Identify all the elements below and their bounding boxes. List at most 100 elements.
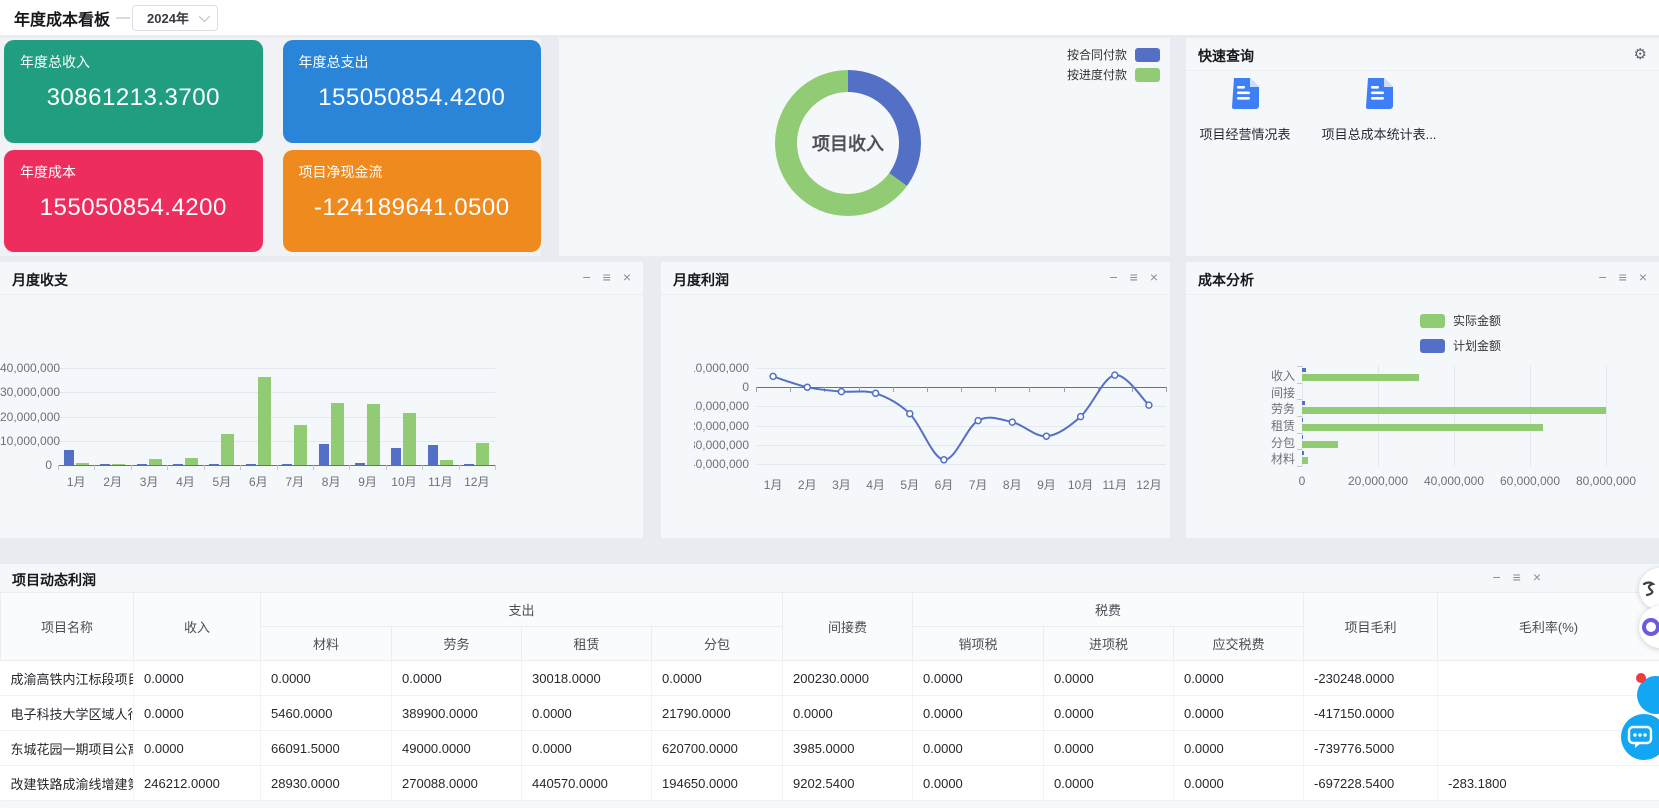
legend-label: 按进度付款 <box>1067 66 1127 83</box>
bar-actual-分包 <box>1302 441 1338 448</box>
legend-item-plan[interactable]: 计划金额 <box>1420 337 1501 354</box>
close-icon[interactable]: × <box>1533 568 1541 586</box>
kpi-value: 30861213.3700 <box>20 72 247 131</box>
table-row-1[interactable]: 成渝高铁内江标段项目0.00000.00000.000030018.00000.… <box>1 661 1659 696</box>
minimize-icon[interactable]: − <box>582 268 590 286</box>
table-cell: 5460.0000 <box>261 696 392 731</box>
minimize-icon[interactable]: − <box>1598 268 1606 286</box>
col-labor: 劳务 <box>392 627 522 661</box>
close-icon[interactable]: × <box>1639 268 1647 286</box>
quick-query-panel: 快速查询 ⚙ 项目经营情况表项目总成本统计表... <box>1186 38 1659 256</box>
quick-query-items: 项目经营情况表项目总成本统计表... <box>1186 78 1659 143</box>
table-cell: 0.0000 <box>522 696 652 731</box>
divider <box>1186 70 1659 71</box>
divider <box>1186 294 1659 295</box>
axis-tick <box>240 465 241 470</box>
menu-icon[interactable]: ≡ <box>603 268 611 286</box>
bar <box>185 458 198 465</box>
bar-group-5月 <box>204 368 240 465</box>
legend-item-actual[interactable]: 实际金额 <box>1420 312 1501 329</box>
table-cell: 0.0000 <box>652 661 783 696</box>
table-cell: 0.0000 <box>134 661 261 696</box>
table-cell: -230248.0000 <box>1304 661 1438 696</box>
menu-icon[interactable]: ≡ <box>1513 568 1521 586</box>
gear-icon[interactable]: ⚙ <box>1634 45 1647 63</box>
x-axis-label: 11月 <box>422 473 458 490</box>
bar <box>149 459 162 465</box>
table-cell: 改建铁路成渝线增建第 <box>1 766 134 801</box>
table-cell: 440570.0000 <box>522 766 652 801</box>
col-group-tax: 税费 <box>913 593 1304 627</box>
chevron-down-icon <box>199 10 210 21</box>
table-cell: 246212.0000 <box>134 766 261 801</box>
table-cell: -417150.0000 <box>1304 696 1438 731</box>
legend-label: 按合同付款 <box>1067 46 1127 63</box>
axis-tick <box>58 465 59 470</box>
axis-tick <box>204 465 205 470</box>
table-row-2[interactable]: 电子科技大学区域人行0.00005460.0000389900.00000.00… <box>1 696 1659 731</box>
x-axis-label: 10月 <box>1064 476 1098 493</box>
col-rent: 租赁 <box>522 627 652 661</box>
panel-controls: − ≡ × <box>582 268 631 286</box>
bar-group-2月 <box>94 368 130 465</box>
table-cell: 200230.0000 <box>783 661 913 696</box>
table-cell: 49000.0000 <box>392 731 522 766</box>
x-axis-label: 9月 <box>349 473 385 490</box>
category-label: 间接 <box>1238 384 1295 401</box>
bar <box>319 444 329 465</box>
x-axis-label: 20,000,000 <box>1338 474 1418 488</box>
bar <box>476 443 489 465</box>
legend-label: 实际金额 <box>1453 312 1501 329</box>
col-subcontract: 分包 <box>652 627 783 661</box>
blue-document-icon <box>1366 78 1393 114</box>
col-group-expense: 支出 <box>261 593 783 627</box>
bar-group-9月 <box>349 368 385 465</box>
bar-group-3月 <box>131 368 167 465</box>
gridline <box>756 464 1166 465</box>
kpi-label: 项目净现金流 <box>299 162 526 182</box>
table-cell: 270088.0000 <box>392 766 522 801</box>
legend-item-contract[interactable]: 按合同付款 <box>1067 46 1160 63</box>
quick-query-item-1[interactable]: 项目经营情况表 <box>1186 78 1304 143</box>
legend-item-progress[interactable]: 按进度付款 <box>1067 66 1160 83</box>
kpi-card-1: 年度总收入30861213.3700 <box>4 40 263 143</box>
x-axis-label: 12月 <box>1132 476 1166 493</box>
menu-icon[interactable]: ≡ <box>1130 268 1138 286</box>
panel-controls: − ≡ × <box>1492 568 1541 586</box>
table-row-4[interactable]: 改建铁路成渝线增建第246212.000028930.0000270088.00… <box>1 766 1659 801</box>
bar <box>64 450 74 465</box>
table-cell: 0.0000 <box>1044 661 1174 696</box>
axis-tick <box>1297 366 1302 367</box>
chat-bubble-icon[interactable] <box>1621 714 1659 760</box>
close-icon[interactable]: × <box>1150 268 1158 286</box>
col-gross-margin: 毛利率(%) <box>1438 593 1659 661</box>
axis-tick <box>1297 433 1302 434</box>
bar-actual-材料 <box>1302 457 1308 464</box>
bar-group-12月 <box>459 368 495 465</box>
bar <box>137 464 147 465</box>
table-cell: 66091.5000 <box>261 731 392 766</box>
minimize-icon[interactable]: − <box>1109 268 1117 286</box>
axis-tick <box>1297 399 1302 400</box>
minimize-icon[interactable]: − <box>1492 568 1500 586</box>
year-select[interactable]: 2024年 <box>132 5 218 31</box>
x-axis-label: 8月 <box>313 473 349 490</box>
bar-actual-劳务 <box>1302 407 1606 414</box>
close-icon[interactable]: × <box>623 268 631 286</box>
x-axis-label: 6月 <box>927 476 961 493</box>
x-axis-label: 7月 <box>961 476 995 493</box>
bar-actual-租赁 <box>1302 424 1543 431</box>
y-axis-label: 40,000,000 <box>0 361 52 375</box>
bar-plan-收入 <box>1302 368 1306 372</box>
table-cell: 0.0000 <box>1044 696 1174 731</box>
bar-group-8月 <box>313 368 349 465</box>
table-cell: 0.0000 <box>913 661 1044 696</box>
menu-icon[interactable]: ≡ <box>1619 268 1627 286</box>
table-cell: 0.0000 <box>783 696 913 731</box>
bar <box>282 464 292 465</box>
x-axis-label: 12月 <box>459 473 495 490</box>
quick-query-item-2[interactable]: 项目总成本统计表... <box>1320 78 1438 143</box>
x-axis-label: 6月 <box>240 473 276 490</box>
table-row-3[interactable]: 东城花园一期项目公寓0.000066091.500049000.00000.00… <box>1 731 1659 766</box>
quick-query-title: 快速查询 <box>1198 46 1254 66</box>
